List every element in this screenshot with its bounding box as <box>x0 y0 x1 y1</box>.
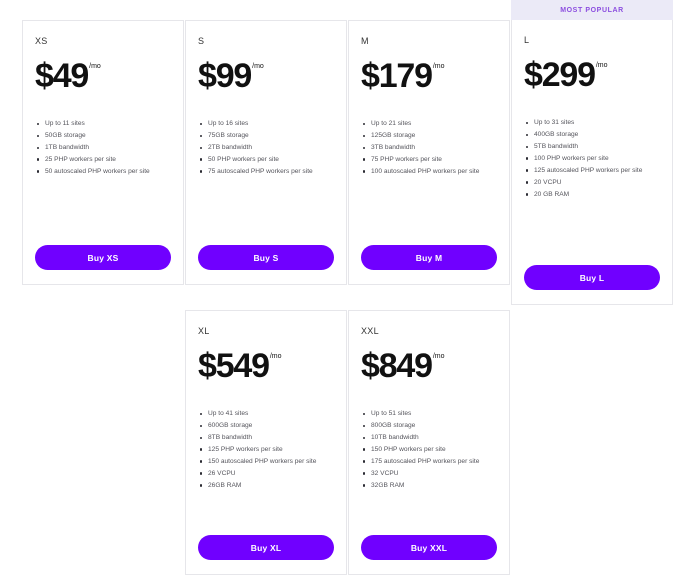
pricing-card-s: S $99/mo Up to 16 sites 75GB storage 2TB ban… <box>185 0 347 285</box>
feature-item: Up to 31 sites <box>524 117 660 128</box>
feature-item: 32 VCPU <box>361 468 497 479</box>
pricing-row-1: XS $49/mo Up to 11 sites 50GB storage 1TB ba… <box>22 0 673 305</box>
feature-list: Up to 51 sites 800GB storage 10TB bandwidt… <box>361 408 497 529</box>
price-period: /mo <box>252 63 264 70</box>
plan-name: XXL <box>361 326 379 336</box>
feature-item: 75GB storage <box>198 130 334 141</box>
pricing-card-xl: XL $549/mo Up to 41 sites 600GB storage 8TB … <box>185 310 347 575</box>
feature-item: 8TB bandwidth <box>198 432 334 443</box>
feature-item: 125 autoscaled PHP workers per site <box>524 165 660 176</box>
feature-item: Up to 11 sites <box>35 118 171 129</box>
feature-item: 50 autoscaled PHP workers per site <box>35 166 171 177</box>
price-period: /mo <box>269 353 282 360</box>
plan-price: $549 <box>198 347 270 385</box>
feature-item: 600GB storage <box>198 420 334 431</box>
feature-item: 50 PHP workers per site <box>198 154 334 165</box>
buy-button-l[interactable]: Buy L <box>524 265 660 290</box>
feature-item: 75 autoscaled PHP workers per site <box>198 166 334 177</box>
card-body: XXL $849/mo Up to 51 sites 800GB storage 10T… <box>348 310 510 575</box>
card-body: S $99/mo Up to 16 sites 75GB storage 2TB ban… <box>185 20 347 285</box>
feature-item: 3TB bandwidth <box>361 142 497 153</box>
plan-price: $49 <box>35 57 89 95</box>
buy-button-s[interactable]: Buy S <box>198 245 334 270</box>
feature-list: Up to 31 sites 400GB storage 5TB bandwidth… <box>524 117 660 259</box>
price-period: /mo <box>595 62 608 69</box>
feature-item: 26 VCPU <box>198 468 334 479</box>
card-body: XL $549/mo Up to 41 sites 600GB storage 8TB … <box>185 310 347 575</box>
feature-item: Up to 41 sites <box>198 408 334 419</box>
price-line: $299/mo <box>524 56 660 94</box>
price-period: /mo <box>432 63 445 70</box>
price-line: $49/mo <box>35 57 171 95</box>
feature-list: Up to 11 sites 50GB storage 1TB bandwidth 2… <box>35 118 171 239</box>
feature-item: 100 PHP workers per site <box>524 153 660 164</box>
pricing-row-2: XL $549/mo Up to 41 sites 600GB storage 8TB … <box>185 310 510 575</box>
price-period: /mo <box>432 353 445 360</box>
feature-item: 20 VCPU <box>524 177 660 188</box>
pricing-card-m: M $179/mo Up to 21 sites 125GB storage 3TB b… <box>348 0 510 285</box>
feature-item: 175 autoscaled PHP workers per site <box>361 456 497 467</box>
buy-button-m[interactable]: Buy M <box>361 245 497 270</box>
feature-item: 5TB bandwidth <box>524 141 660 152</box>
feature-item: 125 PHP workers per site <box>198 444 334 455</box>
feature-list: Up to 21 sites 125GB storage 3TB bandwidth… <box>361 118 497 239</box>
plan-price: $179 <box>361 57 433 95</box>
feature-item: 75 PHP workers per site <box>361 154 497 165</box>
feature-list: Up to 16 sites 75GB storage 2TB bandwidth 5… <box>198 118 334 239</box>
most-popular-badge: MOST POPULAR <box>511 0 673 20</box>
card-body: L $299/mo Up to 31 sites 400GB storage 5TB b… <box>511 20 673 305</box>
feature-item: Up to 21 sites <box>361 118 497 129</box>
feature-item: 800GB storage <box>361 420 497 431</box>
price-line: $849/mo <box>361 347 497 385</box>
feature-item: 25 PHP workers per site <box>35 154 171 165</box>
feature-item: 20 GB RAM <box>524 189 660 200</box>
card-body: XS $49/mo Up to 11 sites 50GB storage 1TB ba… <box>22 20 184 285</box>
plan-price: $299 <box>524 56 596 94</box>
price-period: /mo <box>89 63 101 70</box>
card-body: M $179/mo Up to 21 sites 125GB storage 3TB b… <box>348 20 510 285</box>
feature-item: 2TB bandwidth <box>198 142 334 153</box>
pricing-card-xxl: XXL $849/mo Up to 51 sites 800GB storage 10T… <box>348 310 510 575</box>
feature-item: 125GB storage <box>361 130 497 141</box>
feature-item: Up to 16 sites <box>198 118 334 129</box>
feature-item: 1TB bandwidth <box>35 142 171 153</box>
price-line: $179/mo <box>361 57 497 95</box>
buy-button-xs[interactable]: Buy XS <box>35 245 171 270</box>
feature-item: 150 autoscaled PHP workers per site <box>198 456 334 467</box>
feature-item: 100 autoscaled PHP workers per site <box>361 166 497 177</box>
feature-item: 26GB RAM <box>198 480 334 491</box>
buy-button-xl[interactable]: Buy XL <box>198 535 334 560</box>
plan-price: $99 <box>198 57 252 95</box>
pricing-card-xs: XS $49/mo Up to 11 sites 50GB storage 1TB ba… <box>22 0 184 285</box>
feature-item: 400GB storage <box>524 129 660 140</box>
plan-name: S <box>198 36 205 46</box>
plan-price: $849 <box>361 347 433 385</box>
plan-name: M <box>361 36 369 46</box>
feature-item: 50GB storage <box>35 130 171 141</box>
feature-item: 32GB RAM <box>361 480 497 491</box>
pricing-card-l: MOST POPULAR L $299/mo Up to 31 sites 400GB … <box>511 0 673 305</box>
price-line: $99/mo <box>198 57 334 95</box>
pricing-table: XS $49/mo Up to 11 sites 50GB storage 1TB ba… <box>0 0 700 584</box>
feature-list: Up to 41 sites 600GB storage 8TB bandwidth… <box>198 408 334 529</box>
feature-item: 150 PHP workers per site <box>361 444 497 455</box>
plan-name: L <box>524 35 530 45</box>
feature-item: 10TB bandwidth <box>361 432 497 443</box>
feature-item: Up to 51 sites <box>361 408 497 419</box>
buy-button-xxl[interactable]: Buy XXL <box>361 535 497 560</box>
plan-name: XL <box>198 326 210 336</box>
plan-name: XS <box>35 36 48 46</box>
price-line: $549/mo <box>198 347 334 385</box>
